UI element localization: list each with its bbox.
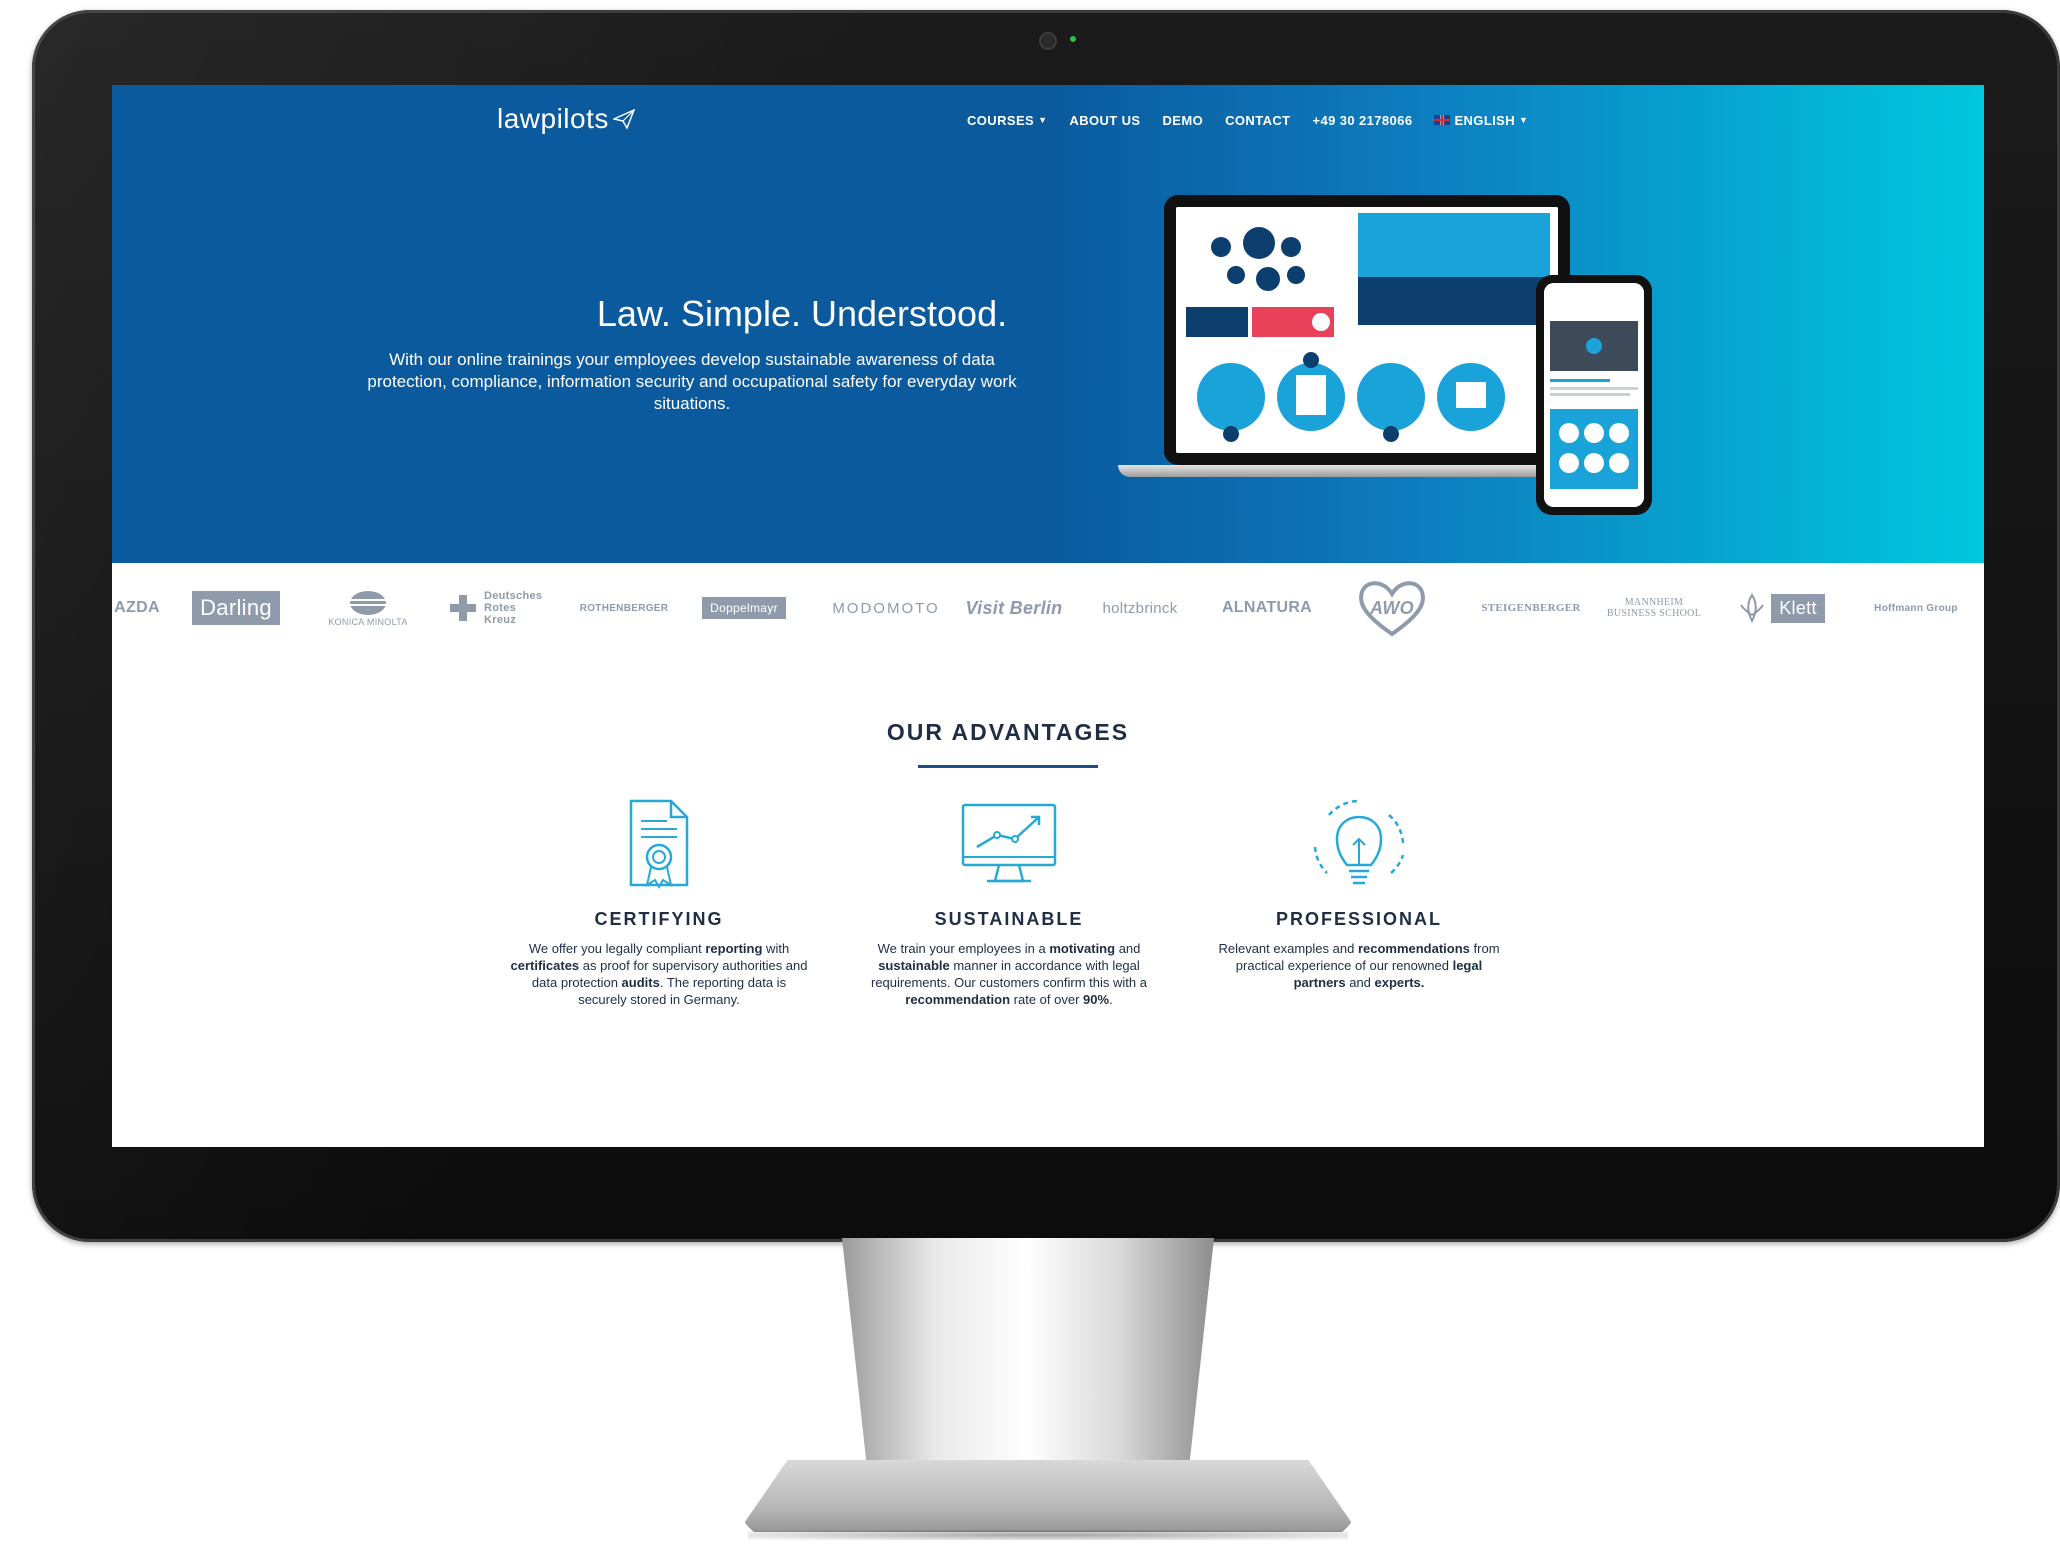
advantages-title: OUR ADVANTAGES <box>886 719 1130 745</box>
certificate-icon <box>629 799 689 890</box>
nav-contact-label: CONTACT <box>1225 112 1291 128</box>
logo-drk: Deutsches Rotes Kreuz <box>442 563 552 653</box>
hero-subtitle: With our online trainings your employees… <box>367 350 1017 413</box>
text-span: and <box>1345 975 1375 990</box>
nav-language-label: ENGLISH <box>1454 112 1516 128</box>
monitor-stand-neck <box>842 1238 1214 1478</box>
logo-rothenberger: ROTHENBERGER <box>579 602 669 614</box>
konica-globe-icon <box>350 591 386 615</box>
advantage-certifying: CERTIFYING We offer you legally complian… <box>509 795 809 1008</box>
bold-text: certificates <box>510 958 580 973</box>
nav-phone[interactable]: +49 30 2178066 <box>1313 113 1413 128</box>
partner-logos: AZDA Darling KONICA MINOLTA Deutsches Ro… <box>112 563 1984 653</box>
logo-modomoto: MODOMOTO <box>832 599 940 617</box>
hero-section: lawpilots COURSES ▼ ABOUT US DEMO CONTAC… <box>112 85 1984 563</box>
advantage-sustainable: SUSTAINABLE We train your employees in a… <box>859 795 1159 1008</box>
red-cross-icon <box>450 595 476 621</box>
text-span: rate of over <box>1010 992 1084 1007</box>
laptop-mockup <box>1164 195 1570 465</box>
nav-about-us[interactable]: ABOUT US <box>1069 113 1140 128</box>
lightbulb-icon <box>1313 799 1405 885</box>
nav-phone-label: +49 30 2178066 <box>1312 112 1413 128</box>
bold-text: sustainable <box>878 958 950 973</box>
bold-text: experts. <box>1374 975 1425 990</box>
logo-alnatura: ALNATURA <box>1221 599 1313 616</box>
text-span: We train your employees in a <box>877 941 1050 956</box>
bold-text: reporting <box>705 941 763 956</box>
klett-lily-icon <box>1740 593 1765 623</box>
logo-steigenberger: STEIGENBERGER <box>1481 602 1581 614</box>
nav-demo[interactable]: DEMO <box>1163 113 1204 128</box>
logo-darling-text: Darling <box>192 591 280 625</box>
logo-visit-berlin: Visit Berlin <box>965 597 1063 618</box>
logo-doppelmayr: Doppelmayr <box>694 563 794 653</box>
bold-text: audits <box>621 975 660 990</box>
logo-awo-text: AWO <box>1370 597 1414 618</box>
logo-mannheim: MANNHEIM BUSINESS SCHOOL <box>1606 597 1702 619</box>
phone-screen-illustration <box>1544 283 1644 507</box>
monitor-chart-icon <box>961 803 1057 883</box>
uk-flag-icon <box>1434 115 1451 125</box>
mobile-course-preview <box>1544 283 1644 507</box>
advantage-text: We offer you legally compliant reporting… <box>509 940 809 1008</box>
logo-doppelmayr-text: Doppelmayr <box>702 597 786 619</box>
site-logo[interactable]: lawpilots <box>497 99 635 139</box>
nav-courses-label: COURSES <box>967 112 1035 128</box>
paper-plane-icon <box>612 108 635 130</box>
stand-shadow <box>748 1530 1348 1540</box>
bold-text: recommendation <box>905 992 1011 1007</box>
logo-klett: Klett <box>1732 563 1832 653</box>
text-span: and <box>1115 941 1141 956</box>
advantage-heading: CERTIFYING <box>594 909 724 929</box>
advantage-text: Relevant examples and recommendations fr… <box>1209 940 1509 991</box>
nav-language[interactable]: ENGLISH ▼ <box>1434 113 1528 128</box>
advantage-heading: PROFESSIONAL <box>1275 909 1442 929</box>
caret-down-icon: ▼ <box>1519 115 1529 125</box>
hero-title: Law. Simple. Understood. <box>596 293 1008 334</box>
text-span: . <box>1109 992 1113 1007</box>
laptop-screen-illustration <box>1176 207 1558 453</box>
advantages-underline <box>918 765 1098 768</box>
advantage-heading: SUSTAINABLE <box>934 909 1084 929</box>
advantage-professional: PROFESSIONAL Relevant examples and recom… <box>1209 795 1509 991</box>
logo-darling: Darling <box>190 563 282 653</box>
bold-text: 90% <box>1083 992 1110 1007</box>
text-span: with <box>762 941 790 956</box>
logo-holtzbrinck: holtzbrinck <box>1102 599 1178 617</box>
logo-hoffmann: Hoffmann Group <box>1874 602 1958 614</box>
text-span: We offer you legally compliant <box>528 941 706 956</box>
bold-text: recommendations <box>1357 941 1470 956</box>
monitor-stand-foot <box>738 1460 1358 1532</box>
logo-drk-text: Deutsches Rotes Kreuz <box>484 590 543 626</box>
nav-demo-label: DEMO <box>1162 112 1204 128</box>
logo-text: lawpilots <box>497 103 609 134</box>
camera-led <box>1070 36 1076 42</box>
caret-down-icon: ▼ <box>1038 115 1048 125</box>
logo-konica: KONICA MINOLTA <box>318 563 418 653</box>
phone-mockup <box>1536 275 1652 515</box>
main-nav: COURSES ▼ ABOUT US DEMO CONTACT +49 30 2… <box>967 107 1528 133</box>
text-span: Relevant examples and <box>1218 941 1358 956</box>
logo-klett-text: Klett <box>1771 593 1825 623</box>
nav-courses[interactable]: COURSES ▼ <box>967 113 1047 128</box>
advantage-text: We train your employees in a motivating … <box>859 940 1159 1008</box>
bold-text: motivating <box>1049 941 1116 956</box>
website-screen: lawpilots COURSES ▼ ABOUT US DEMO CONTAC… <box>112 85 1984 1147</box>
nav-about-us-label: ABOUT US <box>1069 112 1141 128</box>
webcam-icon <box>1039 32 1057 50</box>
course-preview-illustration <box>1176 207 1558 453</box>
logo-awo: AWO <box>1352 563 1432 653</box>
nav-contact[interactable]: CONTACT <box>1225 113 1290 128</box>
logo-azda: AZDA <box>114 599 160 616</box>
logo-konica-text: KONICA MINOLTA <box>328 617 408 627</box>
